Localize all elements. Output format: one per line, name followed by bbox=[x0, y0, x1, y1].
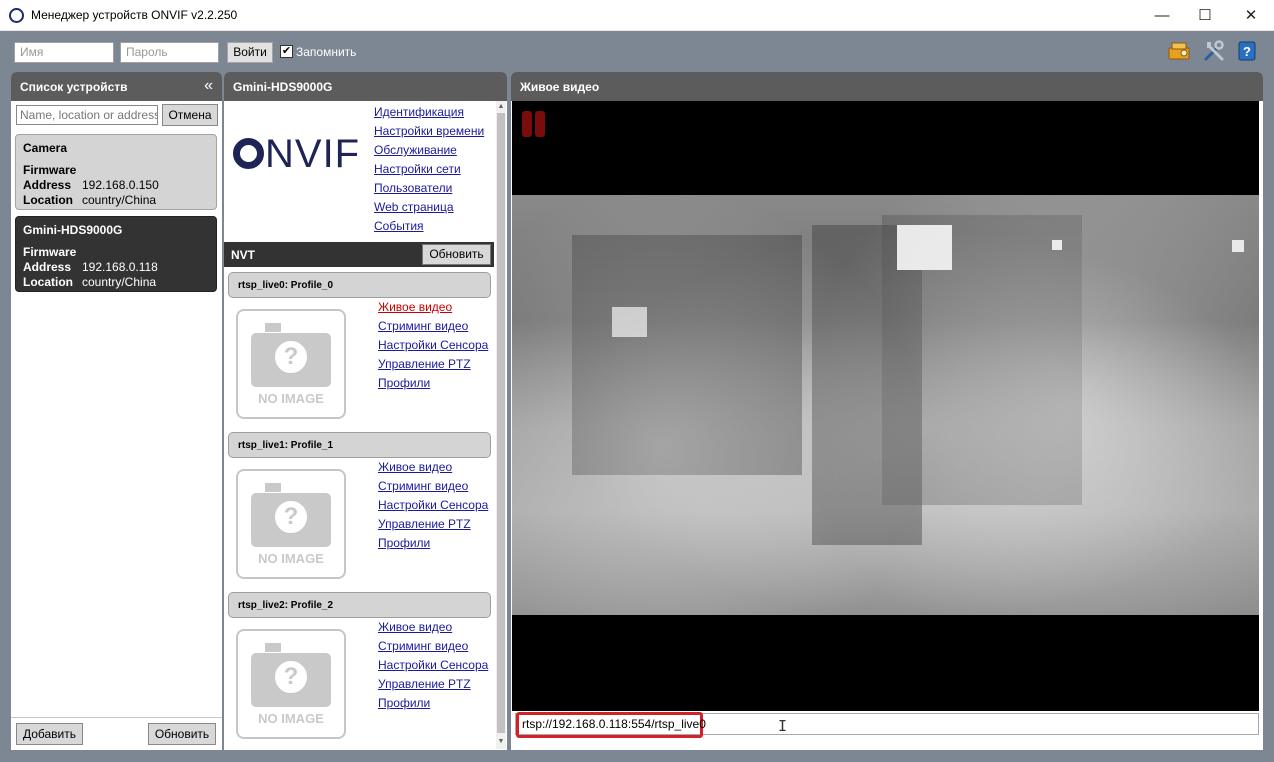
no-image-placeholder: ? NO IMAGE bbox=[236, 309, 346, 419]
location-label: Location bbox=[23, 193, 73, 207]
device-search-input[interactable]: Name, location or address bbox=[16, 105, 158, 125]
window-title: Менеджер устройств ONVIF v2.2.250 bbox=[31, 8, 238, 22]
question-icon: ? bbox=[271, 497, 311, 537]
close-button[interactable]: ✕ bbox=[1228, 0, 1274, 31]
link-live-video[interactable]: Живое видео bbox=[378, 620, 452, 634]
live-video-header: Живое видео bbox=[511, 72, 1263, 101]
link-sensor-settings[interactable]: Настройки Сенсора bbox=[378, 338, 488, 352]
link-events[interactable]: События bbox=[374, 219, 424, 233]
link-sensor-settings[interactable]: Настройки Сенсора bbox=[378, 658, 488, 672]
device-address: 192.168.0.150 bbox=[82, 178, 159, 192]
username-input[interactable]: Имя bbox=[14, 42, 114, 63]
scroll-up-icon[interactable]: ▲ bbox=[496, 102, 506, 112]
remember-checkbox[interactable]: ✔ bbox=[280, 45, 293, 58]
refresh-devices-button[interactable]: Обновить bbox=[148, 723, 216, 745]
firmware-label: Firmware bbox=[23, 163, 77, 177]
scroll-down-icon[interactable]: ▼ bbox=[496, 737, 506, 747]
login-button[interactable]: Войти bbox=[227, 42, 273, 63]
video-viewport[interactable] bbox=[512, 101, 1259, 711]
help-icon[interactable]: ? bbox=[1236, 40, 1258, 62]
onvif-logo: NVIF bbox=[233, 132, 360, 177]
search-cancel-button[interactable]: Отмена bbox=[162, 104, 218, 126]
maximize-button[interactable]: ☐ bbox=[1182, 0, 1228, 31]
svg-text:?: ? bbox=[1243, 44, 1251, 59]
password-input[interactable]: Пароль bbox=[120, 42, 219, 63]
device-list-title: Список устройств bbox=[20, 80, 128, 94]
device-name: Gmini-HDS9000G bbox=[23, 223, 123, 237]
no-image-text: NO IMAGE bbox=[258, 551, 324, 566]
device-panel: Gmini-HDS9000G NVIF Идентификация Настро… bbox=[224, 72, 507, 750]
nvt-refresh-button[interactable]: Обновить bbox=[422, 244, 491, 265]
no-image-text: NO IMAGE bbox=[258, 711, 324, 726]
add-device-button[interactable]: Добавить bbox=[16, 723, 83, 745]
device-panel-header: Gmini-HDS9000G bbox=[224, 72, 507, 101]
device-card-camera[interactable]: Camera Firmware Address 192.168.0.150 Loc… bbox=[15, 134, 217, 210]
address-label: Address bbox=[23, 260, 72, 274]
question-icon: ? bbox=[271, 337, 311, 377]
stream-url-text: rtsp://192.168.0.118:554/rtsp_live0 bbox=[522, 717, 706, 731]
video-frame bbox=[512, 195, 1259, 615]
collapse-icon[interactable]: « bbox=[204, 77, 213, 95]
tools-icon[interactable] bbox=[1203, 40, 1225, 62]
device-card-gmini[interactable]: Gmini-HDS9000G Firmware Address 192.168.0… bbox=[15, 216, 217, 292]
pause-icon[interactable] bbox=[522, 111, 548, 137]
link-profiles[interactable]: Профили bbox=[378, 376, 430, 390]
link-network-settings[interactable]: Настройки сети bbox=[374, 162, 461, 176]
link-maintenance[interactable]: Обслуживание bbox=[374, 143, 457, 157]
title-bar: Менеджер устройств ONVIF v2.2.250 — ☐ ✕ bbox=[0, 0, 1274, 31]
no-image-placeholder: ? NO IMAGE bbox=[236, 469, 346, 579]
firmware-label: Firmware bbox=[23, 245, 77, 259]
link-video-streaming[interactable]: Стриминг видео bbox=[378, 319, 468, 333]
link-time-settings[interactable]: Настройки времени bbox=[374, 124, 484, 138]
profile-header[interactable]: rtsp_live1: Profile_1 bbox=[228, 432, 491, 458]
location-label: Location bbox=[23, 275, 73, 289]
link-live-video[interactable]: Живое видео bbox=[378, 460, 452, 474]
live-video-title: Живое видео bbox=[520, 80, 600, 94]
settings-wizard-icon[interactable] bbox=[1168, 40, 1190, 62]
remember-label: Запомнить bbox=[296, 45, 357, 59]
onvif-logo-text: NVIF bbox=[265, 132, 361, 176]
profile-header[interactable]: rtsp_live2: Profile_2 bbox=[228, 592, 491, 618]
address-label: Address bbox=[23, 178, 72, 192]
profile-header[interactable]: rtsp_live0: Profile_0 bbox=[228, 272, 491, 298]
stream-url-field[interactable]: rtsp://192.168.0.118:554/rtsp_live0 I bbox=[515, 712, 1259, 738]
link-users[interactable]: Пользователи bbox=[374, 181, 452, 195]
device-list-header: Список устройств « bbox=[11, 72, 222, 101]
text-cursor-icon: I bbox=[778, 717, 788, 735]
link-video-streaming[interactable]: Стриминг видео bbox=[378, 479, 468, 493]
link-identification[interactable]: Идентификация bbox=[374, 105, 464, 119]
minimize-button[interactable]: — bbox=[1139, 0, 1185, 31]
link-profiles[interactable]: Профили bbox=[378, 696, 430, 710]
device-name: Camera bbox=[23, 141, 68, 155]
link-web-page[interactable]: Web страница bbox=[374, 200, 454, 214]
live-video-panel: Живое видео rtsp://192.168.0.118:554/rts… bbox=[511, 72, 1263, 750]
link-video-streaming[interactable]: Стриминг видео bbox=[378, 639, 468, 653]
link-profiles[interactable]: Профили bbox=[378, 536, 430, 550]
nvt-label: NVT bbox=[231, 248, 255, 262]
no-image-placeholder: ? NO IMAGE bbox=[236, 629, 346, 739]
link-ptz-control[interactable]: Управление PTZ bbox=[378, 677, 471, 691]
device-location: country/China bbox=[82, 193, 157, 207]
link-live-video[interactable]: Живое видео bbox=[378, 300, 452, 314]
app-body: Имя Пароль Войти ✔ Запомнить ? Список ус… bbox=[0, 31, 1274, 762]
scroll-thumb[interactable] bbox=[497, 113, 505, 733]
link-ptz-control[interactable]: Управление PTZ bbox=[378, 517, 471, 531]
list-divider bbox=[11, 717, 222, 718]
app-icon bbox=[9, 8, 24, 23]
link-sensor-settings[interactable]: Настройки Сенсора bbox=[378, 498, 488, 512]
device-panel-title: Gmini-HDS9000G bbox=[233, 80, 333, 94]
device-panel-scrollbar[interactable]: ▲ ▼ bbox=[496, 101, 506, 749]
question-icon: ? bbox=[271, 657, 311, 697]
device-address: 192.168.0.118 bbox=[82, 260, 158, 274]
link-ptz-control[interactable]: Управление PTZ bbox=[378, 357, 471, 371]
no-image-text: NO IMAGE bbox=[258, 391, 324, 406]
device-list-panel: Список устройств « Name, location or add… bbox=[11, 72, 222, 750]
device-location: country/China bbox=[82, 275, 157, 289]
